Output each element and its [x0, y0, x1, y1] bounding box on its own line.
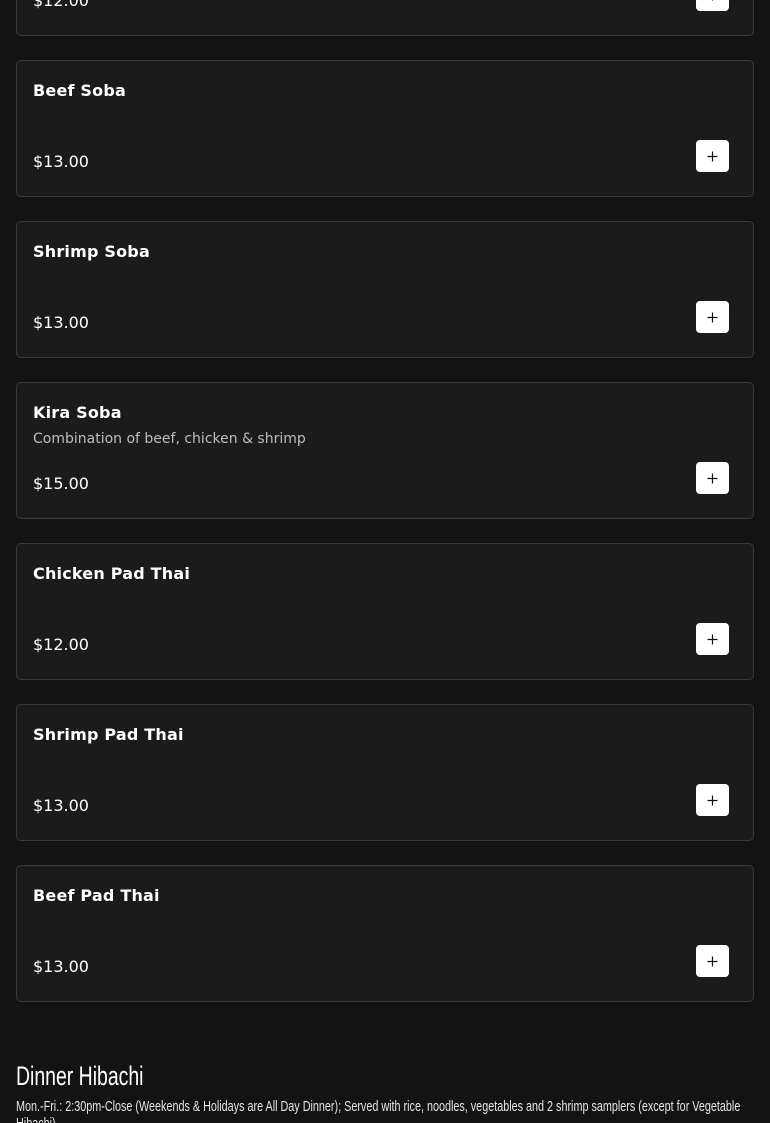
add-to-cart-button[interactable] — [696, 945, 729, 977]
menu-item-name: Chicken Pad Thai — [33, 564, 191, 583]
menu-item-price: $15.00 — [33, 474, 89, 493]
menu-item-list: Chicken Soba $12.00 Beef Soba $13.00 Shr… — [16, 0, 754, 1026]
menu-item-price: $13.00 — [33, 313, 89, 332]
menu-item-card[interactable]: Shrimp Soba $13.00 — [16, 221, 754, 358]
plus-icon — [707, 473, 718, 483]
add-to-cart-button[interactable] — [696, 301, 729, 333]
add-to-cart-button[interactable] — [696, 0, 729, 11]
menu-item-price: $13.00 — [33, 152, 89, 171]
menu-page: Chicken Soba $12.00 Beef Soba $13.00 Shr… — [0, 0, 770, 1123]
add-to-cart-button[interactable] — [696, 623, 729, 655]
menu-item-description: Combination of beef, chicken & shrimp — [33, 431, 306, 447]
menu-item-card[interactable]: Chicken Soba $12.00 — [16, 0, 754, 36]
section-title: Dinner Hibachi — [16, 1061, 144, 1091]
section-description: Mon.-Fri.: 2:30pm-Close (Weekends & Holi… — [16, 1098, 741, 1123]
menu-item-name: Shrimp Pad Thai — [33, 725, 184, 744]
menu-item-price: $13.00 — [33, 796, 89, 815]
menu-item-name: Beef Soba — [33, 81, 126, 100]
add-to-cart-button[interactable] — [696, 784, 729, 816]
menu-item-price: $12.00 — [33, 0, 89, 10]
add-to-cart-button[interactable] — [696, 462, 729, 494]
plus-icon — [707, 634, 718, 644]
menu-item-name: Shrimp Soba — [33, 242, 150, 261]
menu-item-name: Beef Pad Thai — [33, 886, 160, 905]
plus-icon — [707, 795, 718, 805]
plus-icon — [707, 151, 718, 161]
menu-item-card[interactable]: Kira Soba Combination of beef, chicken &… — [16, 382, 754, 519]
plus-icon — [707, 312, 718, 322]
menu-item-card[interactable]: Chicken Pad Thai $12.00 — [16, 543, 754, 680]
plus-icon — [707, 956, 718, 966]
add-to-cart-button[interactable] — [696, 140, 729, 172]
menu-item-price: $13.00 — [33, 957, 89, 976]
menu-item-card[interactable]: Beef Pad Thai $13.00 — [16, 865, 754, 1002]
menu-item-card[interactable]: Beef Soba $13.00 — [16, 60, 754, 197]
menu-item-name: Kira Soba — [33, 403, 122, 422]
plus-icon — [707, 0, 718, 1]
menu-item-price: $12.00 — [33, 635, 89, 654]
menu-item-card[interactable]: Shrimp Pad Thai $13.00 — [16, 704, 754, 841]
